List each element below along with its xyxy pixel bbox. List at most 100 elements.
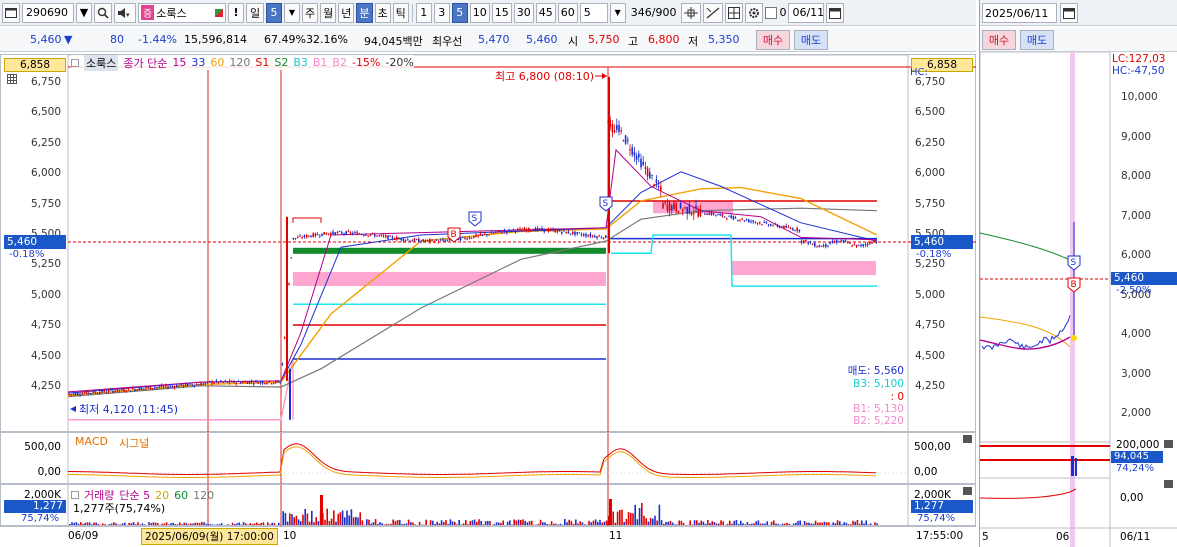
- period-year-button[interactable]: 년: [338, 2, 355, 23]
- legend-toggle-icon[interactable]: [71, 58, 79, 67]
- candle-body: [811, 244, 814, 246]
- speaker-button[interactable]: ▾: [114, 2, 136, 23]
- candle-body: [213, 382, 215, 384]
- volume-bar: [366, 519, 368, 525]
- candle-body: [319, 235, 321, 237]
- grid-button[interactable]: [725, 2, 744, 23]
- volume-bar: [324, 519, 326, 525]
- candle-body: [754, 221, 757, 223]
- side-macd-collapse-icon[interactable]: [1164, 480, 1173, 488]
- interval-1-button[interactable]: 1: [415, 2, 432, 23]
- candle-body: [715, 214, 717, 216]
- price-chart-panel[interactable]: S B S 최고 6,800 (08:10) 최저 4,120 (11:45) …: [0, 54, 977, 433]
- volume-bar: [513, 519, 515, 525]
- candle-body: [833, 241, 836, 243]
- period-day-button[interactable]: 일: [246, 2, 264, 23]
- settings-button[interactable]: [745, 2, 764, 23]
- volume-bar: [231, 522, 234, 525]
- code-dropdown-button[interactable]: ▼: [76, 2, 92, 23]
- volume-bar: [445, 520, 447, 525]
- volume-bar: [544, 522, 546, 525]
- side-chart-window[interactable]: 2025/06/11 매수 매도 S B LC:127,03 HC:-47,50…: [979, 0, 1177, 547]
- draw-tool-button[interactable]: [703, 2, 724, 23]
- alert-button[interactable]: !: [228, 2, 244, 23]
- volume-bar: [594, 519, 597, 525]
- volume-bar: [625, 518, 628, 525]
- side-vol-collapse-icon[interactable]: [1164, 440, 1173, 448]
- side-sell-button[interactable]: 매도: [1020, 30, 1054, 50]
- candle-body: [596, 236, 598, 238]
- stock-name-field[interactable]: 증 소룩스: [138, 2, 226, 23]
- price-chart[interactable]: S B S 최고 6,800 (08:10) 최저 4,120 (11:45) …: [1, 55, 977, 433]
- volume-bar: [674, 524, 676, 525]
- side-date-input[interactable]: 2025/06/11: [982, 3, 1057, 23]
- candle-body: [657, 186, 660, 187]
- low-price: 5,350: [708, 33, 740, 46]
- period-week-button[interactable]: 주: [302, 2, 319, 23]
- volume-bar: [396, 520, 399, 525]
- volume-bar: [559, 523, 562, 525]
- period-dropdown-button[interactable]: ▼: [284, 2, 300, 23]
- volume-bar: [104, 524, 106, 525]
- interval-10-button[interactable]: 10: [469, 2, 490, 23]
- candle-body: [772, 225, 774, 227]
- calendar-button[interactable]: [826, 2, 845, 23]
- candle-body: [875, 242, 878, 244]
- interval-30-button[interactable]: 30: [513, 2, 534, 23]
- side-calendar-button[interactable]: [1060, 3, 1078, 23]
- candle-body: [184, 383, 187, 386]
- volume-bar: [795, 522, 797, 525]
- option-checkbox[interactable]: [765, 6, 778, 19]
- interval-3-button[interactable]: 3: [433, 2, 450, 23]
- current-price-box-left: 5,460: [4, 235, 66, 249]
- period-second-button[interactable]: 초: [374, 2, 391, 23]
- search-button[interactable]: [94, 2, 112, 23]
- candle-body: [270, 383, 273, 385]
- volume-bar: [348, 515, 350, 525]
- interval-15-button[interactable]: 15: [491, 2, 512, 23]
- candle-body: [220, 380, 222, 382]
- volume-bar: [115, 523, 117, 525]
- interval-dropdown-button[interactable]: ▼: [609, 2, 626, 23]
- interval-input[interactable]: 5: [579, 2, 608, 23]
- sell-button[interactable]: 매도: [794, 30, 828, 50]
- stock-code-input[interactable]: 290690: [22, 2, 74, 23]
- period-month-button[interactable]: 월: [320, 2, 337, 23]
- candle-body: [90, 393, 92, 394]
- y-tick-right: 5,250: [915, 258, 946, 271]
- interval-5-button[interactable]: 5: [451, 2, 468, 23]
- volume-panel[interactable]: 거래량 단순 5 20 60 120 1,277주(75,74%) 2,000K…: [0, 484, 976, 526]
- period-minute-button[interactable]: 분: [356, 2, 373, 23]
- volume-bar: [71, 522, 73, 525]
- volume-bar: [751, 523, 753, 525]
- volume-legend-toggle-icon[interactable]: [71, 491, 79, 499]
- macd-panel[interactable]: MACD 시그널 500,00 0,00 500,00 0,00: [0, 432, 976, 484]
- interval-60-button[interactable]: 60: [557, 2, 578, 23]
- date-input[interactable]: 06/11: [788, 2, 825, 23]
- macd-collapse-icon[interactable]: [963, 435, 972, 443]
- volume-bar: [185, 522, 188, 525]
- volume-bar: [531, 520, 533, 525]
- side-buy-button[interactable]: 매수: [982, 30, 1016, 50]
- candle-body: [719, 214, 721, 216]
- volume-bar: [212, 524, 214, 525]
- candle-body: [81, 393, 83, 395]
- candle-body: [616, 125, 618, 130]
- candle-body: [138, 387, 141, 391]
- volume-bar: [645, 518, 647, 525]
- legend-pct1: -15%: [351, 56, 381, 69]
- buy-button[interactable]: 매수: [756, 30, 790, 50]
- candle-body: [341, 232, 343, 234]
- volume-bar: [124, 522, 126, 525]
- candle-body: [717, 214, 719, 216]
- window-icon[interactable]: [2, 2, 20, 23]
- side-macd-tick: 0,00: [1120, 492, 1144, 504]
- volume-bar: [82, 523, 84, 525]
- quote-bar: 5,460 ▼ 80 -1.44% 15,596,814 67.49% 32.1…: [0, 28, 976, 52]
- period-tick-button[interactable]: 틱: [392, 2, 409, 23]
- interval-45-button[interactable]: 45: [535, 2, 556, 23]
- period-value-button[interactable]: 5: [266, 2, 282, 23]
- candle-body: [706, 214, 708, 215]
- volume-collapse-icon[interactable]: [963, 487, 972, 495]
- crosshair-button[interactable]: [681, 2, 702, 23]
